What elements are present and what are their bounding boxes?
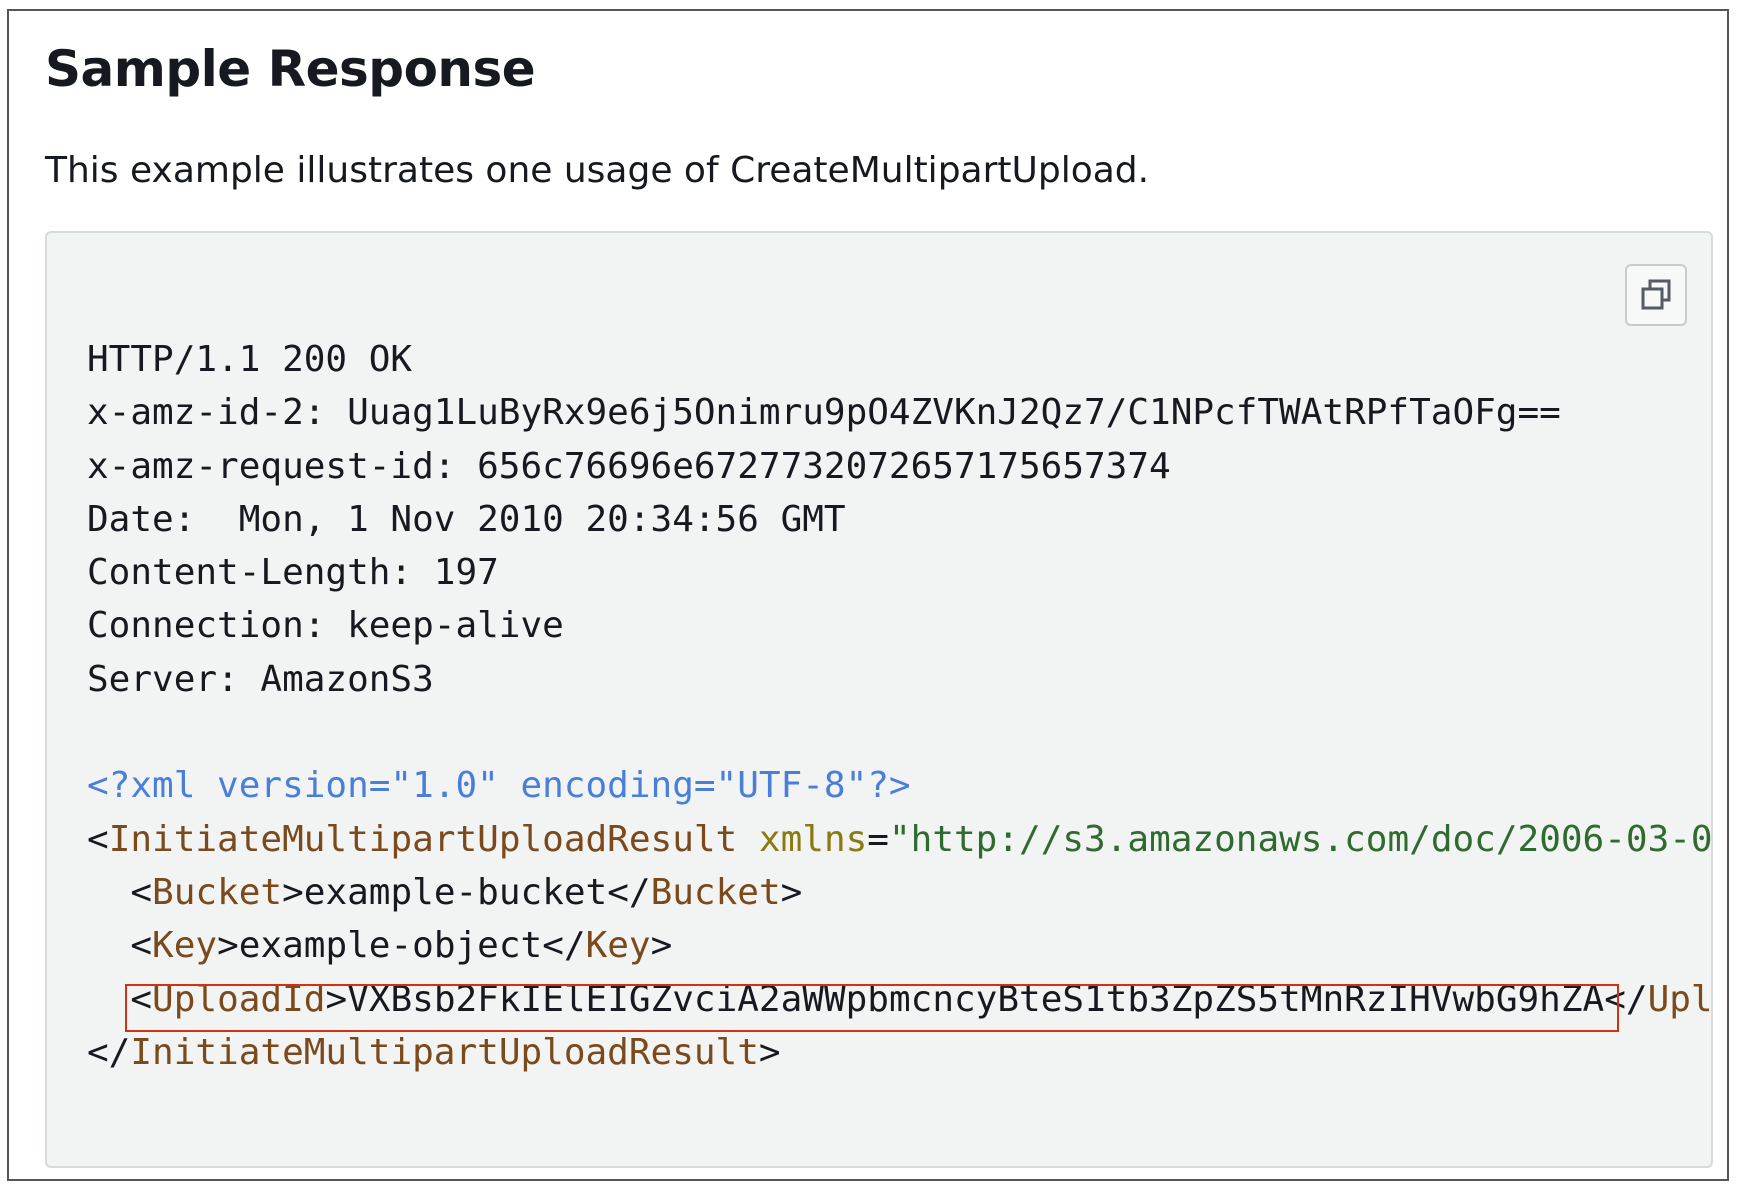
code-line-status: HTTP/1.1 200 OK xyxy=(87,339,413,380)
xml-punct: > xyxy=(217,925,239,967)
code-line-xml-declaration: <?xml version="1.0" encoding="UTF-8"?> xyxy=(87,765,911,807)
code-line-date: Date: Mon, 1 Nov 2010 20:34:56 GMT xyxy=(87,498,846,540)
section-description: This example illustrates one usage of Cr… xyxy=(45,150,1150,191)
xml-tag-name: InitiateMultipartUploadResult xyxy=(108,818,738,860)
xml-punct: < xyxy=(130,871,153,913)
xml-punct: </ xyxy=(87,1031,131,1073)
xml-punct: </ xyxy=(607,871,651,913)
xml-punct: = xyxy=(867,818,889,860)
xml-attr-value: "http://s3.amazonaws.com/doc/2006-03-01/… xyxy=(888,818,1713,860)
xml-tag-name: Key xyxy=(585,925,651,967)
bucket-value: example-bucket xyxy=(303,871,608,913)
xml-tag-name: UploadId xyxy=(1647,978,1713,1020)
code-line-bucket: <Bucket>example-bucket</Bucket> xyxy=(87,866,1711,919)
section-heading: Sample Response xyxy=(45,40,536,98)
copy-code-button[interactable] xyxy=(1625,264,1687,326)
code-block: HTTP/1.1 200 OK x-amz-id-2: Uuag1LuByRx9e… xyxy=(45,231,1713,1168)
xml-punct: > xyxy=(325,978,348,1020)
xml-tag-name: Key xyxy=(152,925,218,967)
xml-punct: </ xyxy=(542,925,586,967)
code-line-root-open: <InitiateMultipartUploadResult xmlns="ht… xyxy=(87,813,1713,866)
code-line-connection: Connection: keep-alive xyxy=(87,605,564,647)
xml-attr-name: xmlns xyxy=(758,818,868,860)
code-line-key: <Key>example-object</Key> xyxy=(87,919,1711,972)
xml-tag-name: Bucket xyxy=(152,871,283,913)
code-line-content-length: Content-Length: 197 xyxy=(87,552,499,594)
key-value: example-object xyxy=(238,925,543,967)
xml-tag-name: InitiateMultipartUploadResult xyxy=(130,1031,759,1073)
xml-punct: </ xyxy=(1604,978,1648,1020)
code-line-upload-id: <UploadId>VXBsb2FkIElEIGZvciA2aWWpbmcncy… xyxy=(87,973,1713,1026)
xml-punct: < xyxy=(130,978,153,1020)
code-line-root-close: </InitiateMultipartUploadResult> xyxy=(87,1026,1711,1079)
xml-punct: > xyxy=(282,871,304,913)
xml-punct: > xyxy=(780,871,803,913)
code-line-amz-id: x-amz-id-2: Uuag1LuByRx9e6j5Onimru9pO4ZV… xyxy=(87,392,1561,434)
code-content: HTTP/1.1 200 OK x-amz-id-2: Uuag1LuByRx9e… xyxy=(87,333,1713,1079)
code-line-request-id: x-amz-request-id: 656c76696e672773207265… xyxy=(87,445,1171,487)
copy-icon xyxy=(1641,279,1671,310)
xml-punct: > xyxy=(758,1031,781,1073)
upload-id-value: VXBsb2FkIElEIGZvciA2aWWpbmcncyBteS1tb3Zp… xyxy=(347,978,1605,1020)
doc-section-frame: Sample Response This example illustrates… xyxy=(7,9,1729,1181)
code-line-server: Server: AmazonS3 xyxy=(87,658,434,700)
xml-punct: < xyxy=(130,925,153,967)
xml-punct: > xyxy=(650,925,673,967)
xml-tag-name: UploadId xyxy=(152,978,326,1020)
xml-tag-name: Bucket xyxy=(650,871,781,913)
xml-punct: < xyxy=(87,818,109,860)
